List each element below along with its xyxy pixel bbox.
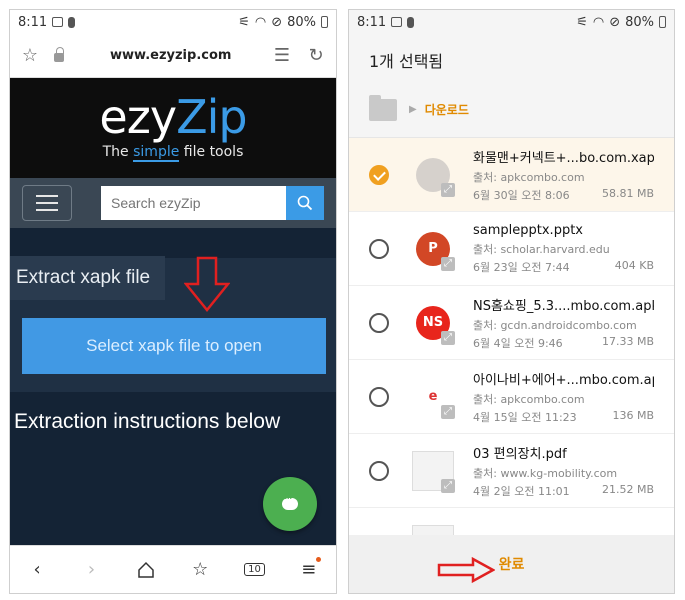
reader-mode-icon[interactable]: ☰ bbox=[270, 44, 294, 68]
file-source: 출처: www.kg-mobility.com bbox=[473, 466, 618, 480]
pdf-thumbnail-icon: ⤢ bbox=[411, 449, 455, 493]
home-icon[interactable] bbox=[132, 556, 160, 584]
clock: 8:11 bbox=[357, 14, 387, 30]
signal-icon: ⚟ bbox=[238, 14, 250, 30]
file-row[interactable]: ⤢ 03 편의장치.pdf 출처: www.kg-mobility.com 4월 2일… bbox=[349, 434, 674, 508]
notification-dot bbox=[315, 556, 321, 562]
dnd-icon: ⊘ bbox=[609, 14, 621, 30]
file-row[interactable]: NS ⤢ NS홈쇼핑_5.3....mbo.com.apk 출처: gcdn.andr… bbox=[349, 286, 674, 360]
chat-icon bbox=[282, 492, 298, 510]
file-size: 136 MB bbox=[612, 408, 654, 422]
file-date: 6월 30일 오전 8:06 bbox=[473, 188, 570, 202]
main-content: Extract xapk file Select xapk file to op… bbox=[10, 228, 336, 545]
tagline: The simple file tools bbox=[102, 144, 244, 162]
dnd-icon: ⊘ bbox=[271, 14, 283, 30]
right-arrow-annotation bbox=[437, 557, 495, 583]
url-text[interactable]: www.ezyzip.com bbox=[78, 48, 270, 63]
file-source: 출처: apkcombo.com bbox=[473, 392, 585, 406]
expand-icon: ⤢ bbox=[441, 256, 455, 271]
hand-icon bbox=[407, 16, 415, 28]
chat-button[interactable] bbox=[263, 477, 317, 531]
reload-icon[interactable]: ↻ bbox=[304, 44, 328, 68]
tabs-icon[interactable]: 10 bbox=[240, 556, 268, 584]
file-row[interactable]: e ⤢ 아이나비+에어+...mbo.com.apk 출처: apkcombo.com… bbox=[349, 360, 674, 434]
file-name: 화물맨+커넥트+...bo.com.xapk bbox=[473, 150, 654, 166]
tab-title: Extract xapk file bbox=[10, 256, 165, 300]
select-checkbox[interactable] bbox=[369, 312, 389, 333]
home-folder-icon[interactable] bbox=[369, 94, 397, 121]
clock: 8:11 bbox=[18, 14, 48, 30]
back-icon[interactable]: ‹ bbox=[23, 556, 51, 584]
lock-icon[interactable] bbox=[54, 47, 64, 62]
search-input[interactable] bbox=[101, 186, 286, 220]
file-date: 4월 15일 오전 11:23 bbox=[473, 410, 577, 424]
gallery-icon bbox=[52, 17, 64, 27]
gallery-icon bbox=[391, 17, 403, 27]
file-picker-screen: 8:11 ⚟ ◠ ⊘ 80% 1개 선택됨 ▶ 다운로드 ⤢ 화물맨+커넥트+...bo… bbox=[348, 9, 675, 594]
expand-icon: ⤢ bbox=[441, 182, 455, 197]
signal-icon: ⚟ bbox=[576, 14, 588, 30]
search-button[interactable] bbox=[286, 186, 324, 220]
file-name: 03 편의장치.pdf bbox=[473, 446, 567, 462]
address-bar: ☆ www.ezyzip.com ☰ ↻ bbox=[10, 34, 336, 78]
inavi-app-icon: e ⤢ bbox=[411, 375, 455, 419]
site-search bbox=[101, 186, 324, 220]
search-icon bbox=[297, 195, 313, 211]
file-size: 58.81 MB bbox=[601, 186, 654, 200]
ns-app-icon: NS ⤢ bbox=[411, 301, 455, 345]
chevron-right-icon: ▶ bbox=[409, 104, 417, 115]
expand-icon: ⤢ bbox=[441, 478, 455, 493]
file-size: 404 KB bbox=[614, 258, 654, 272]
bookmarks-icon[interactable]: ☆ bbox=[186, 556, 214, 584]
bookmark-star-icon[interactable]: ☆ bbox=[18, 44, 42, 68]
file-date: 6월 23일 오전 7:44 bbox=[473, 260, 570, 274]
wifi-icon: ◠ bbox=[254, 14, 267, 30]
instructions-heading: Extraction instructions below bbox=[14, 410, 281, 433]
select-checkbox[interactable] bbox=[369, 460, 389, 481]
site-nav bbox=[10, 178, 336, 228]
file-source: 출처: gcdn.androidcombo.com bbox=[473, 318, 637, 332]
browser-toolbar: ‹ › ☆ 10 ≡ bbox=[10, 545, 336, 593]
file-row[interactable]: ⤢ 화물맨+커넥트+...bo.com.xapk 출처: apkcombo.com 6… bbox=[349, 138, 674, 212]
hand-icon bbox=[68, 16, 76, 28]
powerpoint-icon: P ⤢ bbox=[411, 227, 455, 271]
breadcrumb: ▶ 다운로드 bbox=[349, 82, 674, 138]
status-bar: 8:11 ⚟ ◠ ⊘ 80% bbox=[349, 10, 674, 34]
battery-icon bbox=[659, 16, 666, 28]
status-bar: 8:11 ⚟ ◠ ⊘ 80% bbox=[10, 10, 336, 34]
expand-icon: ⤢ bbox=[441, 330, 455, 345]
forward-icon[interactable]: › bbox=[77, 556, 105, 584]
xapk-file-icon: ⤢ bbox=[411, 153, 455, 197]
file-name: samplepptx.pptx bbox=[473, 222, 583, 238]
done-button[interactable]: 완료 bbox=[499, 554, 525, 574]
file-date: 6월 4일 오전 9:46 bbox=[473, 336, 563, 350]
select-checkbox[interactable] bbox=[369, 164, 389, 185]
expand-icon: ⤢ bbox=[441, 404, 455, 419]
file-name: 아이나비+에어+...mbo.com.apk bbox=[473, 372, 654, 388]
browser-screen: 8:11 ⚟ ◠ ⊘ 80% ☆ www.ezyzip.com ☰ ↻ ezyZip … bbox=[9, 9, 337, 594]
select-checkbox[interactable] bbox=[369, 386, 389, 407]
done-bar: 완료 bbox=[349, 535, 674, 593]
select-file-button[interactable]: Select xapk file to open bbox=[22, 318, 326, 374]
file-list: ⤢ 화물맨+커넥트+...bo.com.xapk 출처: apkcombo.com 6… bbox=[349, 138, 674, 582]
battery-icon bbox=[321, 16, 328, 28]
selection-title: 1개 선택됨 bbox=[349, 34, 674, 82]
file-size: 21.52 MB bbox=[601, 482, 654, 496]
file-source: 출처: scholar.harvard.edu bbox=[473, 242, 610, 256]
file-source: 출처: apkcombo.com bbox=[473, 170, 585, 184]
file-size: 17.33 MB bbox=[601, 334, 654, 348]
file-row[interactable]: P ⤢ samplepptx.pptx 출처: scholar.harvard.edu… bbox=[349, 212, 674, 286]
battery-level: 80% bbox=[625, 14, 654, 30]
hamburger-menu-button[interactable] bbox=[22, 185, 72, 221]
site-header: ezyZip The simple file tools bbox=[10, 78, 336, 178]
select-checkbox[interactable] bbox=[369, 238, 389, 259]
ezyzip-logo[interactable]: ezyZip bbox=[10, 94, 336, 140]
breadcrumb-downloads[interactable]: 다운로드 bbox=[425, 101, 469, 118]
file-date: 4월 2일 오전 11:01 bbox=[473, 484, 570, 498]
menu-icon[interactable]: ≡ bbox=[295, 556, 323, 584]
file-name: NS홈쇼핑_5.3....mbo.com.apk bbox=[473, 298, 654, 314]
battery-level: 80% bbox=[287, 14, 316, 30]
wifi-icon: ◠ bbox=[592, 14, 605, 30]
